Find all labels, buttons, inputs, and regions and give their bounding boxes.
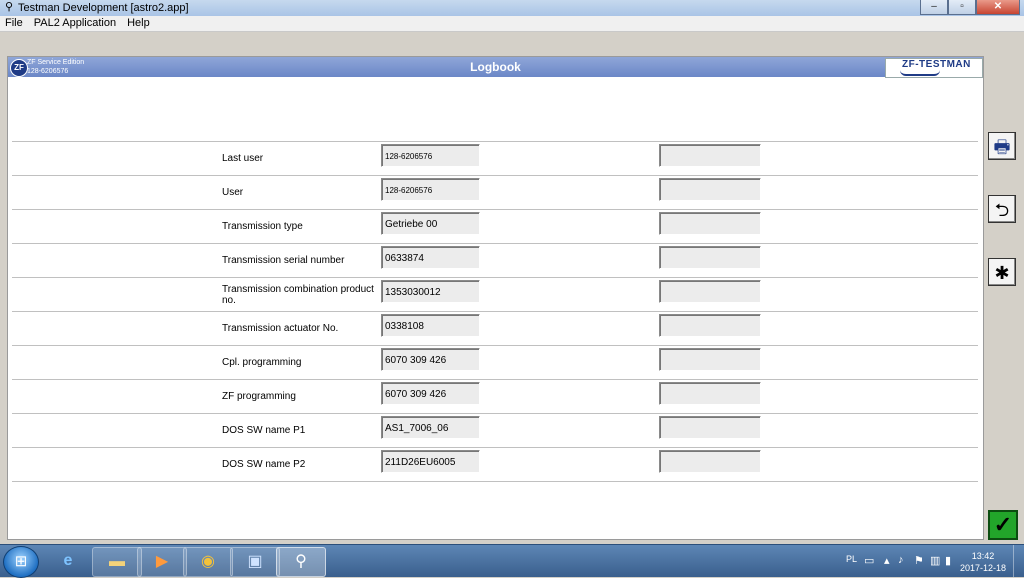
row-value-secondary bbox=[659, 348, 761, 371]
row-label: DOS SW name P2 bbox=[222, 459, 306, 470]
clock-time: 13:42 bbox=[971, 551, 995, 561]
clock-date: 2017-12-18 bbox=[959, 563, 1007, 573]
taskbar-testman[interactable]: ⚲ bbox=[276, 547, 326, 577]
asterisk-button[interactable]: ✱ bbox=[988, 258, 1016, 286]
taskbar-chrome[interactable]: ◉ bbox=[183, 547, 233, 577]
logbook-row: Last user 128-6206576 bbox=[12, 141, 978, 175]
language-indicator[interactable]: PL bbox=[846, 554, 857, 564]
logbook-row: Transmission serial number 0633874 bbox=[12, 243, 978, 277]
row-label: Cpl. programming bbox=[222, 357, 302, 368]
close-button[interactable]: ✕ bbox=[976, 0, 1020, 15]
window-controls: – ▫ ✕ bbox=[920, 0, 1020, 15]
checkmark-icon: ✓ bbox=[993, 512, 1013, 537]
row-label: Transmission serial number bbox=[222, 255, 345, 266]
row-value: 0338108 bbox=[381, 314, 480, 337]
maximize-button[interactable]: ▫ bbox=[948, 0, 976, 15]
row-value-secondary bbox=[659, 178, 761, 201]
row-value: Getriebe 00 bbox=[381, 212, 480, 235]
row-value-secondary bbox=[659, 246, 761, 269]
row-label: ZF programming bbox=[222, 391, 296, 402]
logbook-row: User 128-6206576 bbox=[12, 175, 978, 209]
row-label: Transmission combination product no. bbox=[222, 283, 374, 306]
row-value-secondary bbox=[659, 144, 761, 167]
logbook-panel: ZF ZF Service Edition 128-6206576 Logboo… bbox=[7, 56, 984, 540]
header-strip: ZF ZF Service Edition 128-6206576 Logboo… bbox=[8, 57, 983, 78]
logbook-row: ZF programming 6070 309 426 bbox=[12, 379, 978, 413]
testman-icon: ⚲ bbox=[295, 553, 307, 570]
taskbar-media-player[interactable]: ▶ bbox=[137, 547, 187, 577]
logbook-row: Cpl. programming 6070 309 426 bbox=[12, 345, 978, 379]
flag-icon[interactable]: ⚑ bbox=[914, 554, 924, 567]
logbook-row: Transmission actuator No. 0338108 bbox=[12, 311, 978, 345]
row-label: Transmission actuator No. bbox=[222, 323, 339, 334]
taskbar-internet-explorer[interactable]: e bbox=[44, 547, 92, 575]
power-icon[interactable]: ▮ bbox=[945, 554, 951, 567]
network-tool-icon: ▣ bbox=[247, 553, 263, 570]
window-title-bar[interactable]: ⚲ Testman Development [astro2.app] – ▫ ✕ bbox=[0, 0, 1024, 17]
logbook-row: DOS SW name P2 211D26EU6005 bbox=[12, 447, 978, 482]
logbook-rows: Last user 128-6206576 User 128-6206576 T… bbox=[12, 141, 978, 482]
row-value: 128-6206576 bbox=[381, 178, 480, 201]
media-player-icon: ▶ bbox=[155, 553, 169, 570]
zf-testman-brand: ZF-TESTMAN bbox=[885, 58, 983, 78]
row-label: Transmission type bbox=[222, 221, 303, 232]
internet-explorer-icon: e bbox=[63, 552, 73, 569]
row-label: Last user bbox=[222, 153, 264, 164]
menu-bar: File PAL2 Application Help bbox=[0, 16, 1024, 32]
asterisk-icon: ✱ bbox=[994, 263, 1010, 283]
taskbar-network-tool[interactable]: ▣ bbox=[230, 547, 280, 577]
print-button[interactable]: 🖶 bbox=[988, 132, 1016, 160]
folder-icon: ▬ bbox=[109, 553, 125, 570]
logbook-row: DOS SW name P1 AS1_7006_06 bbox=[12, 413, 978, 447]
row-label: DOS SW name P1 bbox=[222, 425, 306, 436]
brand-swoosh-icon bbox=[900, 70, 940, 76]
chrome-icon: ◉ bbox=[201, 553, 215, 570]
brand-text: ZF-TESTMAN bbox=[902, 59, 971, 70]
ok-button[interactable]: ✓ bbox=[988, 510, 1018, 540]
windows-logo-icon: ⊞ bbox=[14, 553, 28, 570]
row-value-secondary bbox=[659, 382, 761, 405]
row-value-secondary bbox=[659, 280, 761, 303]
network-icon[interactable]: ▥ bbox=[930, 554, 940, 567]
logbook-row: Transmission type Getriebe 00 bbox=[12, 209, 978, 243]
taskbar-file-explorer[interactable]: ▬ bbox=[92, 547, 142, 577]
show-desktop-button[interactable] bbox=[1013, 545, 1024, 577]
menu-pal2-application[interactable]: PAL2 Application bbox=[29, 16, 122, 31]
show-hidden-icons-icon[interactable]: ▴ bbox=[884, 554, 890, 567]
volume-icon[interactable]: ♪ bbox=[898, 554, 904, 566]
row-value: 211D26EU6005 bbox=[381, 450, 480, 473]
clock[interactable]: 13:42 2017-12-18 bbox=[958, 550, 1008, 574]
testman-app-icon: ⚲ bbox=[4, 1, 14, 13]
logbook-row: Transmission combination product no. 135… bbox=[12, 277, 978, 311]
row-value-secondary bbox=[659, 212, 761, 235]
menu-help[interactable]: Help bbox=[122, 16, 156, 31]
back-button[interactable]: ⮌ bbox=[988, 195, 1016, 223]
minimize-button[interactable]: – bbox=[920, 0, 948, 15]
taskbar: ⊞ e ▬ ▶ ◉ ▣ ⚲ PL ▭ ▴ ♪ ⚑ ▥ ▮ 13:42 2017-… bbox=[0, 544, 1024, 578]
row-label: User bbox=[222, 187, 244, 198]
row-value-secondary bbox=[659, 314, 761, 337]
page-title: Logbook bbox=[470, 60, 521, 74]
start-button[interactable]: ⊞ bbox=[3, 546, 39, 578]
row-value-secondary bbox=[659, 416, 761, 439]
row-value: 0633874 bbox=[381, 246, 480, 269]
window-title: Testman Development [astro2.app] bbox=[18, 2, 189, 14]
menu-file[interactable]: File bbox=[0, 16, 29, 31]
row-value-secondary bbox=[659, 450, 761, 473]
main-area: ZF ZF Service Edition 128-6206576 Logboo… bbox=[0, 32, 1024, 544]
return-icon: ⮌ bbox=[994, 200, 1010, 220]
printer-icon: 🖶 bbox=[993, 137, 1011, 157]
row-value: 1353030012 bbox=[381, 280, 480, 303]
row-value: AS1_7006_06 bbox=[381, 416, 480, 439]
row-value: 128-6206576 bbox=[381, 144, 480, 167]
keyboard-icon[interactable]: ▭ bbox=[864, 554, 874, 567]
row-value: 6070 309 426 bbox=[381, 382, 480, 405]
row-value: 6070 309 426 bbox=[381, 348, 480, 371]
